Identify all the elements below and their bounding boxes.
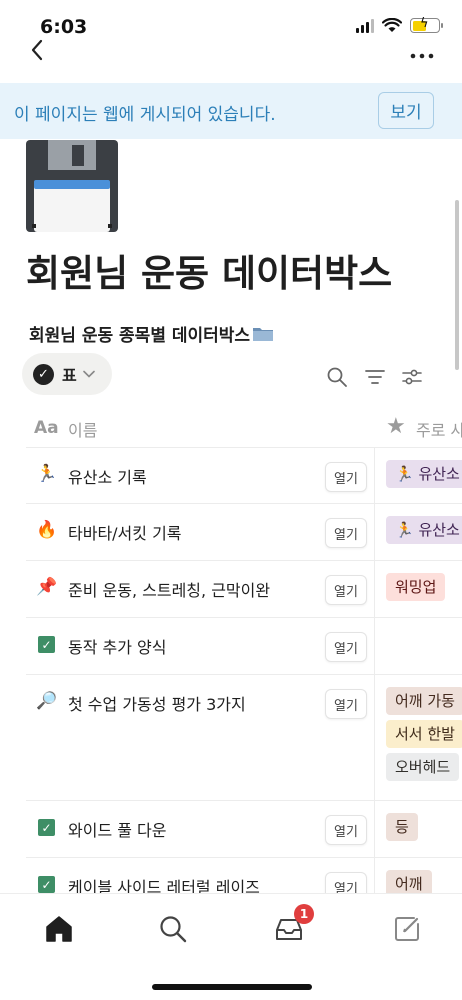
- row-title[interactable]: 동작 추가 양식: [68, 634, 167, 658]
- tag-cell[interactable]: 🏃 유산소: [386, 460, 462, 493]
- compose-icon: [395, 917, 419, 941]
- cellular-signal-icon: [356, 18, 374, 33]
- view-selector[interactable]: ✓ 표: [22, 353, 112, 395]
- tag: 등: [386, 813, 418, 841]
- open-button[interactable]: 열기: [325, 815, 367, 845]
- tag: 🏃 유산소: [386, 460, 462, 488]
- row-title[interactable]: 와이드 풀 다운: [68, 817, 167, 841]
- settings-sliders-icon[interactable]: [401, 366, 423, 388]
- floppy-disk-icon[interactable]: [26, 140, 118, 232]
- home-tab[interactable]: [44, 914, 74, 944]
- star-icon: ★: [386, 414, 406, 439]
- table-row[interactable]: 🏃 유산소 기록 열기 🏃 유산소: [26, 448, 462, 504]
- table-header: Aa 이름 ★ 주로 사: [26, 406, 462, 448]
- magnifier-icon: 🔎: [36, 691, 58, 711]
- search-tab[interactable]: [158, 914, 188, 944]
- check-circle-icon: ✓: [33, 363, 54, 385]
- battery-icon: ϟ: [410, 16, 443, 33]
- column-header-main[interactable]: 주로 사: [416, 417, 462, 441]
- view-label: 표: [62, 366, 77, 385]
- view-button[interactable]: 보기: [378, 92, 434, 129]
- open-button[interactable]: 열기: [325, 632, 367, 662]
- row-title[interactable]: 첫 수업 가동성 평가 3가지: [68, 691, 246, 715]
- row-title[interactable]: 유산소 기록: [68, 464, 147, 488]
- filter-icon[interactable]: [364, 366, 386, 388]
- open-button[interactable]: 열기: [325, 462, 367, 492]
- checkbox-icon: ✓: [38, 819, 55, 836]
- row-title[interactable]: 타바타/서킷 기록: [68, 520, 182, 544]
- wifi-icon: [382, 18, 402, 32]
- tag: 서서 한발: [386, 720, 462, 748]
- tag: 워밍업: [386, 573, 446, 601]
- status-time: 6:03: [40, 16, 88, 38]
- home-icon: [46, 916, 72, 942]
- tag-cell[interactable]: 워밍업: [386, 573, 462, 606]
- tag: 🏃 유산소: [386, 516, 462, 544]
- page-title: 회원님 운동 데이터박스: [26, 252, 393, 295]
- table-row[interactable]: 🔥 타바타/서킷 기록 열기 🏃 유산소: [26, 504, 462, 561]
- tag-cell[interactable]: 어깨 가동서서 한발오버헤드: [386, 687, 462, 786]
- top-nav: [0, 38, 462, 68]
- table-row[interactable]: ✓ 와이드 풀 다운 열기 등: [26, 801, 462, 858]
- tag: 어깨 가동: [386, 687, 462, 715]
- database-title: 회원님 운동 종목별 데이터박스: [29, 321, 274, 346]
- open-button[interactable]: 열기: [325, 518, 367, 548]
- title-property-icon: Aa: [34, 418, 59, 438]
- runner-icon: 🏃: [36, 464, 58, 484]
- fire-icon: 🔥: [36, 520, 58, 540]
- banner-text: 이 페이지는 웹에 게시되어 있습니다.: [14, 105, 276, 125]
- database-title-text: 회원님 운동 종목별 데이터박스: [29, 326, 251, 346]
- scrollbar[interactable]: [455, 200, 459, 370]
- column-header-name[interactable]: 이름: [68, 417, 97, 441]
- table-row[interactable]: ✓ 동작 추가 양식 열기: [26, 618, 462, 675]
- open-button[interactable]: 열기: [325, 575, 367, 605]
- open-button[interactable]: 열기: [325, 689, 367, 719]
- home-indicator: [152, 984, 312, 990]
- new-page-tab[interactable]: [392, 914, 422, 944]
- inbox-badge: 1: [294, 904, 314, 924]
- row-title[interactable]: 준비 운동, 스트레칭, 근막이완: [68, 577, 270, 601]
- folder-icon: [252, 325, 274, 342]
- ellipsis-icon: [410, 53, 434, 59]
- pushpin-icon: 📌: [36, 577, 58, 597]
- back-button[interactable]: [30, 38, 44, 68]
- published-banner: 이 페이지는 웹에 게시되어 있습니다. 보기: [0, 83, 462, 139]
- tag-cell[interactable]: 🏃 유산소: [386, 516, 462, 549]
- tag-cell[interactable]: 등: [386, 813, 462, 846]
- search-icon[interactable]: [326, 366, 348, 388]
- search-icon: [160, 916, 187, 943]
- chevron-left-icon: [31, 39, 43, 61]
- checkbox-icon: ✓: [38, 636, 55, 653]
- table-row[interactable]: 📌 준비 운동, 스트레칭, 근막이완 열기 워밍업: [26, 561, 462, 618]
- status-icons: ϟ: [356, 16, 443, 33]
- checkbox-icon: ✓: [38, 876, 55, 893]
- more-options-button[interactable]: [410, 40, 434, 65]
- tag: 오버헤드: [386, 753, 460, 781]
- table-row[interactable]: 🔎 첫 수업 가동성 평가 3가지 열기 어깨 가동서서 한발오버헤드: [26, 675, 462, 801]
- chevron-down-icon: [82, 367, 95, 381]
